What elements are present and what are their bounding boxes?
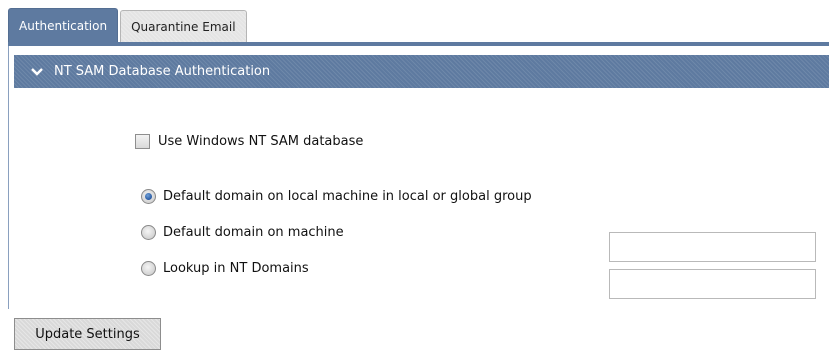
domain-machine-field[interactable] [609,232,816,262]
tab-bar: Authentication Quarantine Email [8,8,247,42]
section-title: NT SAM Database Authentication [54,64,271,79]
update-settings-button[interactable]: Update Settings [14,318,161,350]
use-nt-sam-row: Use Windows NT SAM database [135,134,363,149]
section-header-nt-sam[interactable]: NT SAM Database Authentication [14,55,829,88]
tab-authentication-label: Authentication [19,18,108,33]
radio-default-domain-local-label: Default domain on local machine in local… [163,189,532,204]
radio-row-local-machine: Default domain on local machine in local… [141,189,532,204]
radio-default-domain-machine[interactable] [141,225,156,240]
radio-default-domain-machine-label: Default domain on machine [163,225,344,240]
update-settings-label: Update Settings [35,326,140,342]
tab-quarantine-email-label: Quarantine Email [131,19,236,34]
nt-domains-field[interactable] [609,269,816,299]
radio-lookup-nt-domains-label: Lookup in NT Domains [163,261,309,276]
use-nt-sam-checkbox[interactable] [135,134,150,149]
radio-lookup-nt-domains[interactable] [141,261,156,276]
radio-row-machine: Default domain on machine [141,225,344,240]
tab-authentication[interactable]: Authentication [8,8,119,42]
chevron-down-icon [31,67,43,76]
use-nt-sam-label: Use Windows NT SAM database [158,134,364,149]
radio-row-nt-domains: Lookup in NT Domains [141,261,309,276]
tab-quarantine-email[interactable]: Quarantine Email [120,10,247,42]
radio-default-domain-local[interactable] [141,189,156,204]
